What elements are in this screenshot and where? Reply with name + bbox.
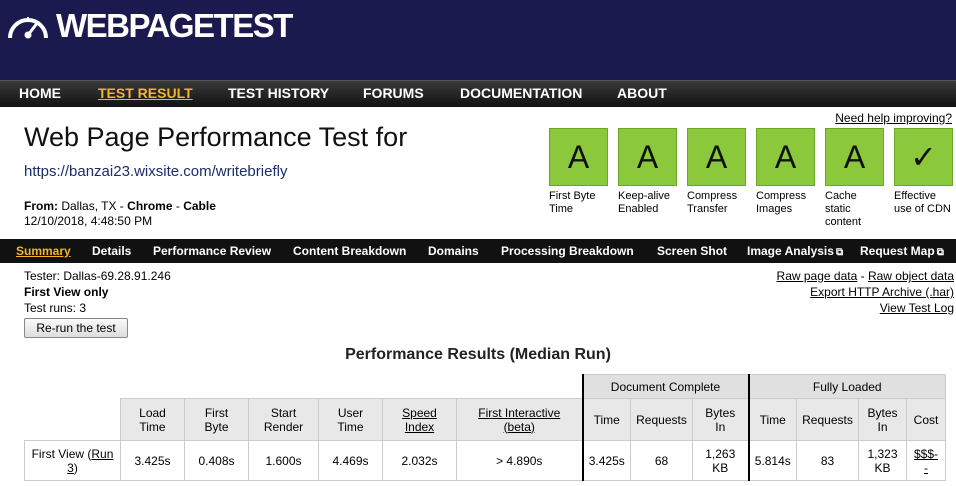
logo-text: WEBPAGETEST: [56, 7, 293, 44]
nav-forums[interactable]: FORUMS: [363, 85, 424, 101]
grade-label: Cache static content: [825, 190, 862, 228]
cell-first-interactive: > 4.890s: [456, 440, 583, 481]
external-link-icon: ⧉: [835, 247, 844, 258]
col-speed-index[interactable]: Speed Index: [382, 398, 457, 441]
cell-full-requests: 83: [796, 440, 859, 481]
first-view-only: First View only: [24, 285, 109, 299]
cell-user-time: 4.469s: [318, 440, 383, 481]
grade-cache-static[interactable]: A Cache static content: [825, 128, 885, 229]
test-date: 12/10/2018, 4:48:50 PM: [24, 214, 153, 228]
raw-page-data-link[interactable]: Raw page data: [777, 269, 858, 283]
grade-value: A: [756, 128, 815, 186]
logo[interactable]: WEBPAGETEST: [6, 6, 293, 46]
grade-first-byte[interactable]: A First Byte Time: [549, 128, 609, 216]
grade-label: Compress Images: [756, 190, 807, 215]
results-table: Document Complete Fully Loaded Load Time …: [24, 374, 946, 481]
raw-object-data-link[interactable]: Raw object data: [868, 269, 954, 283]
site-header: WEBPAGETEST: [0, 0, 956, 80]
external-link-icon: ⧉: [936, 247, 944, 258]
from-value: Dallas, TX -: [61, 199, 124, 213]
page-title: Web Page Performance Test for: [24, 122, 408, 152]
tab-details[interactable]: Details: [92, 244, 131, 258]
tab-image-analysis[interactable]: Image Analysis ⧉: [747, 244, 843, 258]
from-label: From:: [24, 199, 58, 213]
main-nav: HOME TEST RESULT TEST HISTORY FORUMS DOC…: [0, 80, 956, 107]
cell-full-bytes: 1,323 KB: [858, 440, 907, 481]
grade-value: A: [687, 128, 746, 186]
rerun-test-button[interactable]: Re-run the test: [24, 318, 128, 338]
tester-text: Tester: Dallas-69.28.91.246: [24, 269, 171, 283]
tab-request-map[interactable]: Request Map ⧉: [860, 244, 944, 258]
col-doc-requests: Requests: [630, 398, 693, 441]
cell-doc-bytes: 1,263 KB: [692, 440, 749, 481]
cell-full-time: 5.814s: [747, 440, 797, 481]
nav-documentation[interactable]: DOCUMENTATION: [460, 85, 582, 101]
group-fully-loaded: Fully Loaded: [747, 374, 946, 399]
nav-about[interactable]: ABOUT: [617, 85, 667, 101]
test-runs: Test runs: 3: [24, 301, 87, 315]
results-title: Performance Results (Median Run): [345, 346, 611, 363]
cell-cost[interactable]: $$$- -: [906, 440, 946, 481]
grade-label: Keep-alive Enabled: [618, 190, 670, 215]
col-first-byte: First Byte: [184, 398, 249, 441]
col-cost: Cost: [906, 398, 946, 441]
table-row: First View (Run 3) 3.425s 0.408s 1.600s …: [24, 440, 946, 481]
col-doc-time: Time: [581, 398, 631, 441]
connection-type: Cable: [183, 199, 216, 213]
grade-compress-images[interactable]: A Compress Images: [756, 128, 816, 216]
tab-performance-review[interactable]: Performance Review: [153, 244, 271, 258]
help-improving-link[interactable]: Need help improving?: [835, 111, 952, 125]
nav-home[interactable]: HOME: [19, 85, 61, 101]
grade-label: Effective use of CDN: [894, 190, 951, 215]
cell-doc-requests: 68: [630, 440, 693, 481]
grade-label: First Byte Time: [549, 190, 596, 215]
cell-doc-time: 3.425s: [581, 440, 631, 481]
tab-summary[interactable]: Summary: [16, 244, 71, 258]
grade-label: Compress Transfer: [687, 190, 738, 215]
nav-test-history[interactable]: TEST HISTORY: [228, 85, 329, 101]
run-3-link-number[interactable]: 3: [67, 461, 74, 475]
col-load-time: Load Time: [120, 398, 185, 441]
col-full-requests: Requests: [796, 398, 859, 441]
nav-test-result[interactable]: TEST RESULT: [98, 85, 193, 101]
speedometer-icon: [8, 17, 48, 39]
cell-speed-index: 2.032s: [382, 440, 457, 481]
browser-name: Chrome: [127, 199, 173, 213]
col-first-interactive[interactable]: First Interactive (beta): [456, 398, 583, 441]
tab-content-breakdown[interactable]: Content Breakdown: [293, 244, 406, 258]
checkmark-icon: ✓: [894, 128, 953, 186]
row-label: First View (Run 3): [24, 440, 121, 481]
run-3-link[interactable]: Run: [91, 447, 113, 461]
grade-compress-transfer[interactable]: A Compress Transfer: [687, 128, 747, 216]
raw-links: Raw page data - Raw object data Export H…: [776, 269, 954, 315]
col-doc-bytes: Bytes In: [692, 398, 749, 441]
col-start-render: Start Render: [248, 398, 319, 441]
grade-value: A: [825, 128, 884, 186]
view-test-log-link[interactable]: View Test Log: [880, 301, 954, 315]
tab-processing-breakdown[interactable]: Processing Breakdown: [501, 244, 634, 258]
results-subnav: Summary Details Performance Review Conte…: [0, 239, 956, 263]
col-full-bytes: Bytes In: [858, 398, 907, 441]
grade-cdn[interactable]: ✓ Effective use of CDN: [894, 128, 954, 216]
tested-url: https://banzai23.wixsite.com/writebriefl…: [24, 163, 288, 180]
col-full-time: Time: [747, 398, 797, 441]
test-location: From: Dallas, TX - Chrome - Cable 12/10/…: [24, 199, 216, 229]
test-info: Tester: Dallas-69.28.91.246 First View o…: [24, 268, 171, 316]
group-document-complete: Document Complete: [581, 374, 749, 399]
grade-value: A: [618, 128, 677, 186]
tab-screen-shot[interactable]: Screen Shot: [657, 244, 727, 258]
cell-start-render: 1.600s: [248, 440, 319, 481]
cell-first-byte: 0.408s: [184, 440, 249, 481]
col-user-time: User Time: [318, 398, 383, 441]
cell-load-time: 3.425s: [120, 440, 185, 481]
grade-value: A: [549, 128, 608, 186]
export-har-link[interactable]: Export HTTP Archive (.har): [810, 285, 954, 299]
tab-domains[interactable]: Domains: [428, 244, 479, 258]
grade-keep-alive[interactable]: A Keep-alive Enabled: [618, 128, 678, 216]
separator: -: [175, 199, 180, 213]
